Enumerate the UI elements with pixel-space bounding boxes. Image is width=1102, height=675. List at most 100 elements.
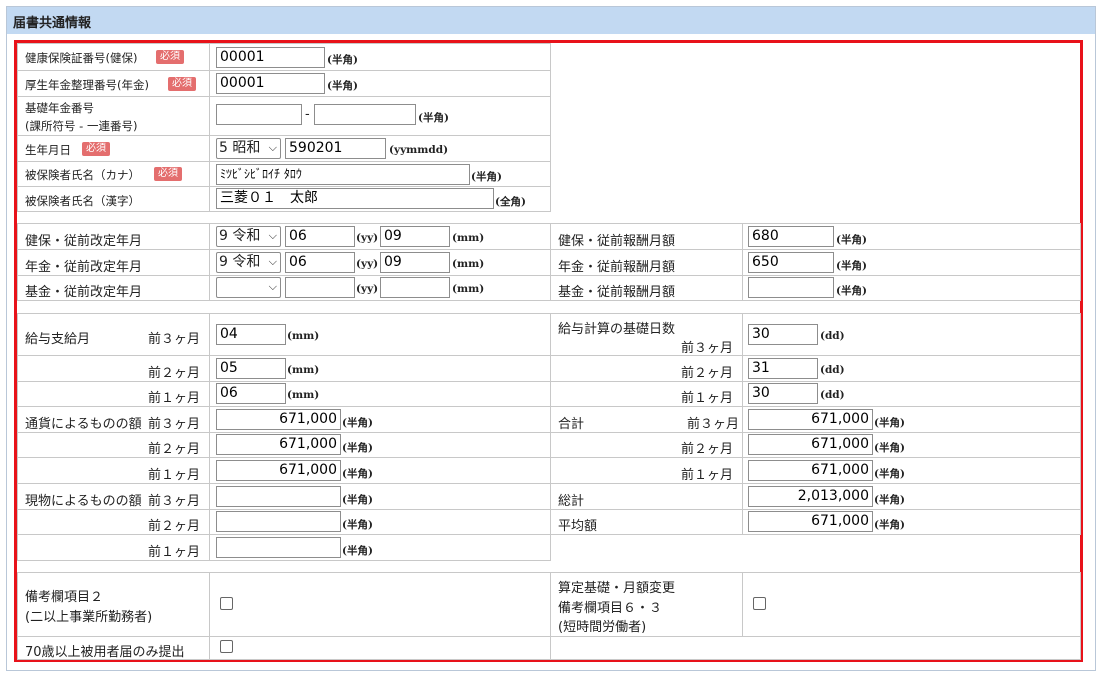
hankaku-unit: (半角) xyxy=(342,545,373,557)
nenkin-pay-label-cell: 年金・従前報酬月額 xyxy=(550,249,743,276)
hankaku-unit: (半角) xyxy=(874,519,905,531)
kikin-era-select[interactable]: ⌵ xyxy=(216,277,281,298)
required-badge: 必須 xyxy=(168,77,196,91)
nenkin-no-input[interactable]: 00001 xyxy=(216,73,325,94)
nenkin-era-select[interactable]: 9 令和 ⌵ xyxy=(216,252,281,273)
hankaku-unit: (半角) xyxy=(342,494,373,506)
currency-m2-input[interactable]: 671,000 xyxy=(216,434,341,455)
average-label: 平均額 xyxy=(558,519,598,534)
kiso-serial-input[interactable] xyxy=(314,104,416,125)
chevron-down-icon: ⌵ xyxy=(268,280,277,293)
hankaku-unit: (半角) xyxy=(327,54,358,66)
total-m3-label: 前３ヶ月 xyxy=(687,417,740,432)
kenpo-era-value: 9 令和 xyxy=(219,228,261,244)
kikin-yy-input[interactable] xyxy=(285,277,355,298)
hankaku-unit: (半角) xyxy=(327,80,358,92)
days-m3-input[interactable]: 30 xyxy=(748,324,818,345)
kiso-office-code-input[interactable] xyxy=(216,104,302,125)
yymmdd-unit: (yymmdd) xyxy=(389,144,449,156)
kenpo-revision-label: 健保・従前改定年月 xyxy=(25,234,143,249)
nenkin-revision-label: 年金・従前改定年月 xyxy=(25,260,143,275)
currency-m3-input[interactable]: 671,000 xyxy=(216,409,341,430)
section-header: 届書共通情報 xyxy=(7,7,1095,34)
nenkin-pay-label: 年金・従前報酬月額 xyxy=(558,260,676,275)
wage-month-m2-label-cell: 前２ヶ月 xyxy=(17,355,210,382)
total-m3-input[interactable]: 671,000 xyxy=(748,409,873,430)
birth-label-cell: 生年月日 必須 xyxy=(17,135,210,162)
yy-unit: (yy) xyxy=(356,283,379,295)
wage-month-m1-label-cell: 前１ヶ月 xyxy=(17,381,210,407)
nenkin-no-label-cell: 厚生年金整理番号(年金) 必須 xyxy=(17,70,210,97)
kenpo-yy-input[interactable]: 06 xyxy=(285,226,355,247)
kana-name-input[interactable]: ﾐﾂﾋﾞｼﾋﾞﾛｲﾁ ﾀﾛｳ xyxy=(216,164,470,185)
wage-month-m2-input[interactable]: 05 xyxy=(216,358,286,379)
hankaku-unit: (半角) xyxy=(874,494,905,506)
currency-label: 通貨によるものの額 xyxy=(25,417,142,432)
kenpo-pay-input[interactable]: 680 xyxy=(748,226,834,247)
kenpo-mm-input[interactable]: 09 xyxy=(380,226,450,247)
wage-month-m1-input[interactable]: 06 xyxy=(216,383,286,404)
kind-m1-label-cell: 前１ヶ月 xyxy=(17,534,210,561)
kind-m2-input[interactable] xyxy=(216,511,341,532)
days-m2-input[interactable]: 31 xyxy=(748,358,818,379)
total-label: 合計 xyxy=(558,417,585,432)
nenkin-no-label: 厚生年金整理番号(年金) xyxy=(25,78,149,92)
kiso-no-label: 基礎年金番号 xyxy=(25,101,94,115)
nenkin-mm-input[interactable]: 09 xyxy=(380,252,450,273)
over70-checkbox[interactable] xyxy=(220,640,233,653)
remarks-item2-label-cell: 備考欄項目２ (二以上事業所勤務者) xyxy=(17,572,210,637)
wage-month-m3-input[interactable]: 04 xyxy=(216,324,286,345)
kenpo-era-select[interactable]: 9 令和 ⌵ xyxy=(216,226,281,247)
days-m2-label-cell: 前２ヶ月 xyxy=(550,355,743,382)
kikin-pay-label-cell: 基金・従前報酬月額 xyxy=(550,275,743,301)
required-badge: 必須 xyxy=(154,167,182,181)
average-label-cell: 平均額 xyxy=(550,509,743,535)
total-m1-input[interactable]: 671,000 xyxy=(748,460,873,481)
kikin-mm-input[interactable] xyxy=(380,277,450,298)
hankaku-unit: (半角) xyxy=(836,234,867,246)
wage-month-m1-label: 前１ヶ月 xyxy=(148,391,201,406)
currency-m2-label-cell: 前２ヶ月 xyxy=(17,432,210,458)
kind-m3-input[interactable] xyxy=(216,486,341,507)
kikin-pay-input[interactable] xyxy=(748,277,834,298)
remarks-item63-sublabel: 備考欄項目６・３ xyxy=(558,601,663,616)
kind-m1-input[interactable] xyxy=(216,537,341,558)
mm-unit: (mm) xyxy=(287,330,320,342)
currency-m1-input[interactable]: 671,000 xyxy=(216,460,341,481)
hankaku-unit: (半角) xyxy=(342,442,373,454)
currency-m3-label: 前３ヶ月 xyxy=(148,417,201,432)
remarks-item2-checkbox[interactable] xyxy=(220,597,233,610)
dd-unit: (dd) xyxy=(820,389,845,401)
nenkin-pay-input[interactable]: 650 xyxy=(748,252,834,273)
kikin-revision-label: 基金・従前改定年月 xyxy=(25,285,143,300)
kanji-name-input[interactable]: 三菱０１ 太郎 xyxy=(216,188,494,209)
hankaku-unit: (半角) xyxy=(874,417,905,429)
mm-unit: (mm) xyxy=(452,283,485,295)
chevron-down-icon: ⌵ xyxy=(268,141,277,154)
birth-date-input[interactable]: 590201 xyxy=(285,138,386,159)
wage-month-m3-label-cell: 給与支給月 前３ヶ月 xyxy=(17,313,210,356)
nenkin-yy-input[interactable]: 06 xyxy=(285,252,355,273)
kenpo-no-input[interactable]: 00001 xyxy=(216,47,325,68)
hankaku-unit: (半角) xyxy=(874,442,905,454)
average-input[interactable]: 671,000 xyxy=(748,511,873,532)
grand-total-input[interactable]: 2,013,000 xyxy=(748,486,873,507)
over70-label: 70歳以上被用者届のみ提出 xyxy=(25,645,185,660)
days-m1-input[interactable]: 30 xyxy=(748,383,818,404)
kenpo-revision-label-cell: 健保・従前改定年月 xyxy=(17,223,210,250)
kind-m1-label: 前１ヶ月 xyxy=(148,545,201,560)
kenpo-no-label: 健康保険証番号(健保) xyxy=(25,51,138,65)
total-m2-input[interactable]: 671,000 xyxy=(748,434,873,455)
nenkin-revision-label-cell: 年金・従前改定年月 xyxy=(17,249,210,276)
over70-value-cell xyxy=(209,636,551,660)
remarks-item2-value-cell xyxy=(209,572,551,637)
hankaku-unit: (半角) xyxy=(418,112,449,124)
remarks-item63-value-cell xyxy=(742,572,1081,637)
kind-m3-label: 前３ヶ月 xyxy=(148,494,201,509)
remarks-item63-checkbox[interactable] xyxy=(753,597,766,610)
birth-era-select[interactable]: 5 昭和 ⌵ xyxy=(216,138,281,159)
hankaku-unit: (半角) xyxy=(342,468,373,480)
kiso-separator: - xyxy=(305,107,310,122)
mm-unit: (mm) xyxy=(452,232,485,244)
days-m3-label-cell: 給与計算の基礎日数 前３ヶ月 xyxy=(550,313,743,356)
